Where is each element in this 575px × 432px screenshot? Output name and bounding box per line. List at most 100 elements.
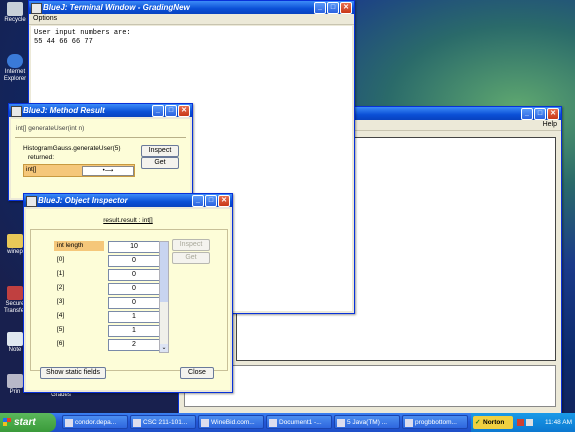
maximize-icon[interactable]: □: [534, 108, 546, 120]
inspect-button[interactable]: Inspect: [172, 239, 210, 251]
separator: [15, 137, 186, 138]
field-value: 1: [108, 311, 160, 323]
tray-icon[interactable]: [517, 419, 524, 426]
field-label: [3]: [57, 298, 65, 305]
java-icon: [337, 419, 345, 427]
inspect-button[interactable]: Inspect: [141, 145, 179, 157]
menu-bar: Options: [29, 14, 354, 25]
word-document-icon: [269, 419, 277, 427]
desktop-icon-label: Internet Explorer: [3, 69, 27, 82]
bluej-icon: [31, 3, 42, 14]
desktop-icon-label: Prin: [9, 389, 21, 395]
field-label: int length: [54, 241, 104, 251]
secure-transfer-icon: [7, 286, 23, 300]
taskbar-item-label: CSC 211-101...: [143, 419, 188, 426]
taskbar-item[interactable]: CSC 211-101...: [130, 415, 196, 429]
norton-label: Norton: [483, 419, 505, 426]
browser-icon: [201, 419, 209, 427]
desktop-icon-label: Recycle: [4, 17, 26, 23]
minimize-icon[interactable]: _: [314, 2, 326, 14]
object-bench: [184, 365, 556, 407]
method-result-window: BlueJ: Method Result _ □ ✕ int[] generateUs…: [8, 103, 193, 201]
taskbar-item-label: WineBid.com...: [211, 419, 255, 426]
field-value: 10: [108, 241, 160, 253]
maximize-icon[interactable]: □: [327, 2, 339, 14]
clock[interactable]: 11:48 AM: [545, 413, 572, 432]
windows-logo-icon: [3, 418, 11, 426]
close-icon[interactable]: ✕: [547, 108, 559, 120]
start-label: start: [14, 417, 36, 428]
minimize-icon[interactable]: _: [152, 105, 164, 117]
taskbar: start condor.depa... CSC 211-101... Wine…: [0, 413, 575, 432]
system-tray: ✓ Norton 11:48 AM: [471, 413, 575, 432]
desktop-icon-label: Note: [8, 347, 22, 353]
result-reference: •⟶: [82, 166, 134, 176]
field-value: 0: [108, 269, 160, 281]
window-icon: [133, 419, 141, 427]
norton-button[interactable]: ✓ Norton: [473, 416, 513, 429]
output-line: 55 44 66 66 77: [34, 38, 93, 46]
output-line: User input numbers are:: [34, 29, 131, 37]
checkmark-icon: ✓: [475, 419, 481, 426]
taskbar-item-label: progbbottom...: [415, 419, 457, 426]
taskbar-item[interactable]: condor.depa...: [62, 415, 128, 429]
internet-explorer-icon: [7, 54, 23, 68]
taskbar-item-label: Document1 -...: [279, 419, 322, 426]
field-label: [6]: [57, 340, 65, 347]
taskbar-item[interactable]: 5 Java(TM) ...: [334, 415, 400, 429]
method-call: HistogramGauss.generateUser(5): [23, 145, 121, 152]
tray-icon[interactable]: [526, 419, 533, 426]
scrollbar[interactable]: ⌄: [159, 241, 169, 353]
close-button[interactable]: Close: [180, 367, 214, 379]
desktop-icon-internet-explorer[interactable]: Internet Explorer: [2, 54, 28, 83]
field-value: 1: [108, 325, 160, 337]
bluej-icon: [11, 106, 22, 117]
title-bar: BlueJ: Method Result _ □ ✕: [9, 104, 192, 117]
scrollbar-thumb[interactable]: [160, 242, 168, 302]
method-result-body: int[] generateUser(int n) HistogramGauss…: [11, 119, 190, 198]
field-value: 0: [108, 283, 160, 295]
field-label: [1]: [57, 270, 65, 277]
minimize-icon[interactable]: _: [521, 108, 533, 120]
recycle-bin-icon: [7, 2, 23, 16]
field-label: [2]: [57, 284, 65, 291]
taskbar-item[interactable]: Document1 -...: [266, 415, 332, 429]
taskbar-item[interactable]: progbbottom...: [402, 415, 468, 429]
title-bar: BlueJ: Object Inspector _ □ ✕: [24, 194, 232, 207]
desktop-icon-recycle[interactable]: Recycle: [2, 2, 28, 24]
inspector-body: result.result : int[] int length 10 [0] …: [26, 209, 230, 390]
taskbar-item-label: condor.depa...: [75, 419, 117, 426]
maximize-icon[interactable]: □: [205, 195, 217, 207]
taskbar-item-label: 5 Java(TM) ...: [347, 419, 388, 426]
title-bar: BlueJ: Terminal Window - GradingNew _ □ ✕: [29, 1, 354, 14]
close-icon[interactable]: ✕: [178, 105, 190, 117]
menu-options[interactable]: Options: [33, 15, 57, 22]
chevron-down-icon[interactable]: ⌄: [160, 344, 168, 352]
field-label: [5]: [57, 326, 65, 333]
field-value: 0: [108, 297, 160, 309]
start-button[interactable]: start: [0, 413, 56, 432]
menu-help[interactable]: Help: [543, 121, 557, 128]
maximize-icon[interactable]: □: [165, 105, 177, 117]
field-label: [4]: [57, 312, 65, 319]
window-icon: [405, 419, 413, 427]
result-row[interactable]: int[] •⟶: [23, 164, 135, 177]
folder-icon: [7, 234, 23, 248]
close-icon[interactable]: ✕: [218, 195, 230, 207]
desktop-icon-grades[interactable]: Grades: [48, 392, 74, 399]
get-button[interactable]: Get: [172, 252, 210, 264]
returned-label: returned:: [28, 154, 55, 161]
close-icon[interactable]: ✕: [340, 2, 352, 14]
window-title: BlueJ: Object Inspector: [38, 196, 128, 205]
field-value: 2: [108, 339, 160, 351]
method-signature: int[] generateUser(int n): [16, 125, 85, 132]
field-label: [0]: [57, 256, 65, 263]
get-button[interactable]: Get: [141, 157, 179, 169]
printer-icon: [7, 374, 23, 388]
taskbar-item[interactable]: WineBid.com...: [198, 415, 264, 429]
window-icon: [65, 419, 73, 427]
minimize-icon[interactable]: _: [192, 195, 204, 207]
inspector-heading: result.result : int[]: [103, 217, 153, 224]
notepad-icon: [7, 332, 23, 346]
show-static-fields-button[interactable]: Show static fields: [40, 367, 106, 379]
